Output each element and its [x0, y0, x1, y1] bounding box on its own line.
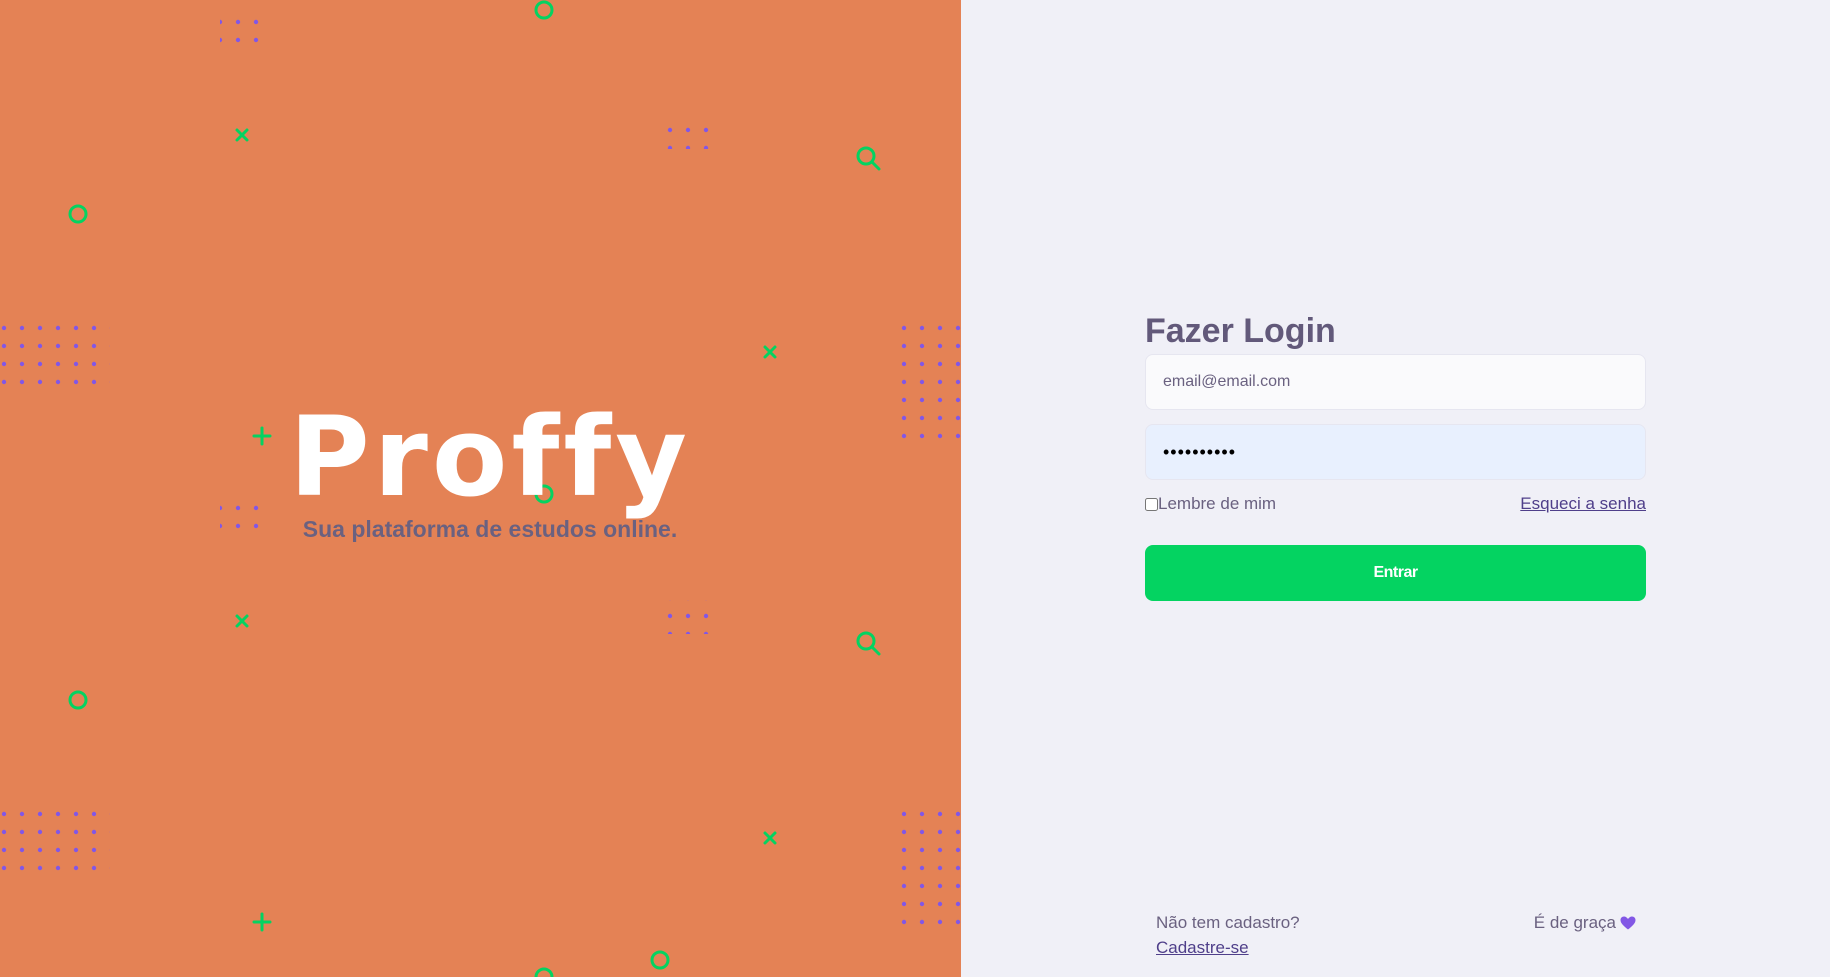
magnifier-icon — [856, 146, 881, 171]
proffy-logo: Proffy — [289, 393, 691, 521]
magnifier-icon — [856, 631, 881, 656]
dot-grid — [220, 10, 270, 44]
circle-icon — [68, 204, 88, 224]
login-options: Lembre de mim Esqueci a senha — [1145, 492, 1646, 516]
circle-icon — [534, 0, 554, 20]
password-field[interactable] — [1145, 424, 1646, 480]
cross-icon — [763, 831, 777, 845]
dot-grid — [0, 800, 110, 872]
email-field[interactable] — [1145, 354, 1646, 410]
forgot-password-link[interactable]: Esqueci a senha — [1520, 494, 1646, 514]
plus-icon — [252, 912, 272, 932]
remember-label: Lembre de mim — [1158, 494, 1277, 513]
cross-icon — [235, 128, 249, 142]
circle-icon — [68, 690, 88, 710]
dot-grid — [660, 115, 710, 149]
login-panel: Fazer Login Lembre de mim Esqueci a senh… — [961, 0, 1830, 977]
login-form: Fazer Login Lembre de mim Esqueci a senh… — [1145, 308, 1646, 601]
brand: Proffy Sua plataforma de estudos online. — [240, 402, 740, 543]
free-note: É de graça — [1534, 910, 1636, 935]
dot-grid — [892, 800, 961, 932]
circle-icon — [534, 967, 554, 977]
signup-question: Não tem cadastro? — [1156, 913, 1300, 932]
purple-heart-icon — [1620, 916, 1636, 929]
cross-icon — [763, 345, 777, 359]
dot-grid — [660, 600, 710, 634]
remember-checkbox[interactable] — [1145, 497, 1158, 511]
brand-tagline: Sua plataforma de estudos online. — [302, 516, 678, 542]
free-label: É de graça — [1533, 913, 1616, 932]
dot-grid — [0, 315, 110, 387]
dot-grid — [892, 315, 961, 447]
signup-link[interactable]: Cadastre-se — [1156, 935, 1300, 960]
circle-icon — [650, 950, 670, 970]
signup-prompt: Não tem cadastro? Cadastre-se — [1156, 910, 1300, 960]
page-title: Fazer Login — [1145, 312, 1336, 350]
remember-me[interactable]: Lembre de mim — [1145, 494, 1276, 514]
login-button[interactable]: Entrar — [1145, 545, 1646, 601]
hero-panel: Proffy Sua plataforma de estudos online. — [0, 0, 961, 977]
cross-icon — [235, 614, 249, 628]
